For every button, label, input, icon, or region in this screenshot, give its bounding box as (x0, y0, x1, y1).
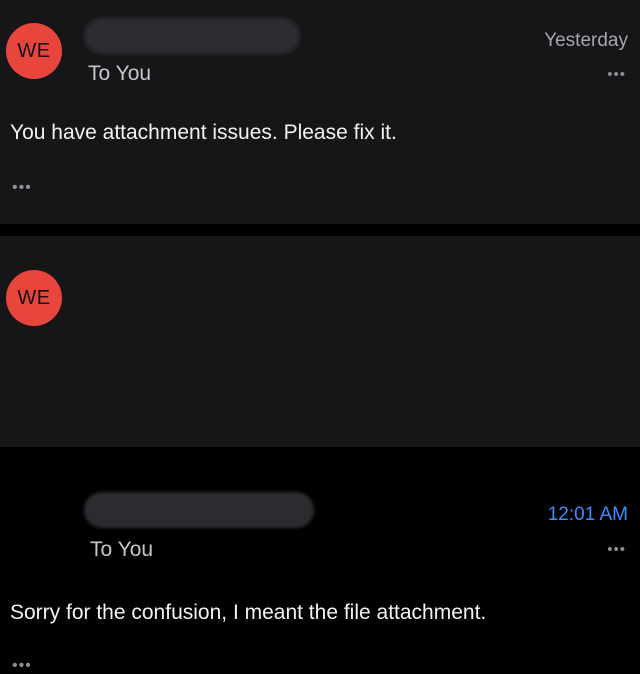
more-options-icon[interactable]: ••• (607, 67, 626, 82)
expand-ellipsis-icon[interactable]: ••• (12, 180, 32, 196)
avatar[interactable]: WE (6, 23, 62, 79)
message-item[interactable]: To You 12:01 AM ••• Sorry for the confus… (0, 236, 640, 674)
timestamp: 12:01 AM (547, 504, 628, 525)
recipient-label: To You (88, 62, 152, 85)
message-item[interactable]: WE To You Yesterday ••• You have attachm… (0, 0, 640, 224)
sender-name-redacted (84, 18, 300, 54)
recipient-label: To You (90, 538, 154, 561)
sender-name-redacted (84, 492, 314, 528)
avatar[interactable]: WE (6, 270, 62, 326)
timestamp: Yesterday (544, 30, 628, 51)
more-options-icon[interactable]: ••• (607, 542, 626, 557)
message-body: Sorry for the confusion, I meant the fil… (10, 601, 487, 624)
message-body: You have attachment issues. Please fix i… (10, 121, 397, 144)
expand-ellipsis-icon[interactable]: ••• (12, 658, 32, 674)
